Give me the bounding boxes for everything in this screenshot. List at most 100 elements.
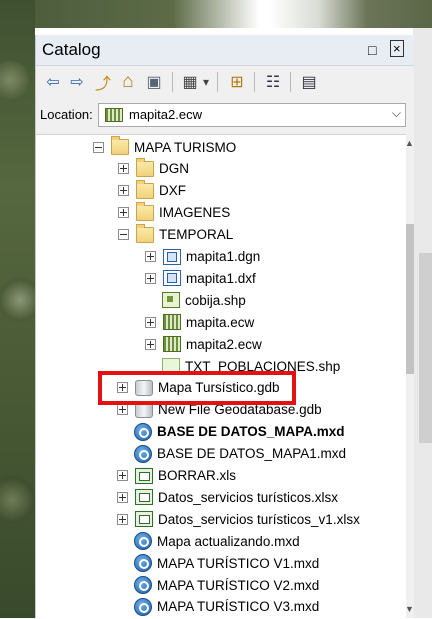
expand-icon[interactable]	[117, 491, 128, 503]
scroll-up-icon[interactable]: ▲	[405, 138, 414, 148]
scrollbar-thumb[interactable]	[406, 224, 414, 374]
catalog-titlebar[interactable]: Catalog □ ×	[36, 35, 414, 66]
map-document-icon	[134, 532, 152, 551]
raster-icon	[163, 336, 181, 353]
collapse-icon[interactable]	[118, 229, 129, 241]
folder-icon	[136, 179, 154, 199]
location-field[interactable]: mapita2.ecw ⌵	[98, 103, 406, 127]
tree-item[interactable]: mapita.ecw	[145, 312, 254, 332]
location-bar: Location: mapita2.ecw ⌵	[36, 101, 414, 129]
options-icon[interactable]: ▤	[298, 72, 320, 92]
toolbar-separator	[172, 72, 173, 92]
tree-item-label: mapita1.dgn	[186, 249, 261, 264]
collapse-icon[interactable]	[93, 141, 104, 153]
tree-item-label: cobija.shp	[185, 292, 246, 308]
expand-icon[interactable]	[145, 272, 156, 284]
window-title: Catalog	[42, 40, 101, 59]
close-icon[interactable]: ×	[390, 40, 404, 57]
toggle-contents-icon[interactable]: ☷	[262, 72, 284, 92]
background-imagery-top-right	[270, 0, 432, 28]
tree-item-label: Datos_servicios turísticos_v1.xlsx	[158, 511, 360, 527]
tree-item-label: mapita.ecw	[186, 314, 255, 330]
expand-icon[interactable]	[118, 185, 129, 197]
tree-item-label: Datos_servicios turísticos.xlsx	[158, 489, 339, 505]
table-icon	[135, 511, 153, 528]
catalog-window: Catalog □ × ⇦ ⇨ ⤴ ⌂ ▣ ▦ ▾ ⊞ ☷ ▤ Location…	[35, 35, 414, 619]
tree-item[interactable]: BORRAR.xls	[117, 466, 236, 486]
tree-item-label: Mapa actualizando.mxd	[157, 533, 300, 549]
tree-item-label: TEMPORAL	[159, 227, 234, 243]
tree-item[interactable]: BASE DE DATOS_MAPA1.mxd	[117, 444, 346, 464]
tree-item[interactable]: mapita1.dxf	[145, 268, 256, 288]
home-folder-icon[interactable]: ⌂	[117, 71, 139, 92]
tree-item[interactable]: IMAGENES	[118, 201, 231, 223]
folder-icon	[136, 223, 154, 243]
tree-item-label: mapita2.ecw	[186, 336, 262, 352]
tree-item-label: BASE DE DATOS_MAPA1.mxd	[157, 446, 347, 462]
table-icon	[135, 489, 153, 506]
folder-icon	[111, 136, 129, 155]
location-value: mapita2.ecw	[129, 107, 202, 122]
tree-item-label: mapita1.dxf	[186, 270, 256, 286]
catalog-tree[interactable]: MAPA TURISMO DGN DXF IMAGENES TEMPORAL mapita…	[36, 134, 406, 619]
tree-item[interactable]: TEMPORAL	[118, 223, 234, 245]
tree-item[interactable]: cobija.shp	[145, 290, 246, 310]
tree-item-label: MAPA TURÍSTICO V2.mxd	[157, 577, 320, 593]
tree-item[interactable]: mapita1.dgn	[145, 247, 260, 267]
chevron-down-icon[interactable]: ⌵	[392, 106, 401, 121]
toolbar-separator	[217, 72, 218, 92]
views-icon[interactable]: ▦	[180, 72, 200, 92]
forward-icon[interactable]: ⇨	[66, 72, 88, 92]
tree-item[interactable]: MAPA TURÍSTICO V1.mxd	[117, 553, 319, 573]
table-icon	[135, 467, 153, 484]
tree-item[interactable]: DXF	[118, 179, 186, 201]
location-label: Location:	[40, 107, 93, 122]
map-document-icon	[134, 422, 152, 441]
tree-item-label: MAPA TURÍSTICO V1.mxd	[157, 555, 320, 571]
shapefile-icon	[162, 292, 180, 309]
vertical-scrollbar[interactable]: ▲ ▼	[405, 134, 414, 618]
expand-icon[interactable]	[117, 513, 128, 525]
expand-icon[interactable]	[118, 207, 129, 219]
raster-icon	[105, 108, 123, 122]
views-dropdown-icon[interactable]: ▾	[200, 72, 212, 92]
expand-icon[interactable]	[145, 251, 156, 262]
expand-icon[interactable]	[145, 316, 156, 328]
map-document-icon	[134, 597, 152, 616]
toolbar-separator	[290, 72, 291, 92]
tree-item[interactable]: MAPA TURÍSTICO V2.mxd	[117, 575, 319, 595]
tree-item-label: MAPA TURISMO	[134, 139, 237, 155]
tree-item-label: MAPA TURÍSTICO V3.mxd	[157, 599, 320, 615]
tree-item-label: BORRAR.xls	[158, 468, 237, 483]
expand-icon[interactable]	[117, 404, 128, 416]
connect-database-icon[interactable]: ⊞	[226, 72, 248, 92]
tree-item[interactable]: Mapa actualizando.mxd	[117, 531, 300, 551]
background-divider	[419, 253, 432, 443]
up-one-level-icon[interactable]: ⤴	[92, 72, 114, 93]
tree-item[interactable]: MAPA TURISMO	[93, 136, 237, 157]
connect-folder-icon[interactable]: ▣	[143, 72, 165, 92]
scroll-down-icon[interactable]: ▼	[405, 604, 414, 614]
tree-item-label: BASE DE DATOS_MAPA.mxd	[157, 424, 345, 440]
tree-item[interactable]: Datos_servicios turísticos_v1.xlsx	[117, 509, 360, 529]
folder-icon	[136, 157, 154, 177]
folder-icon	[136, 201, 154, 221]
expand-icon[interactable]	[117, 470, 128, 481]
expand-icon[interactable]	[145, 338, 156, 350]
tree-item[interactable]: BASE DE DATOS_MAPA.mxd	[117, 422, 345, 442]
map-document-icon	[134, 576, 152, 594]
tree-item-label: IMAGENES	[159, 205, 231, 221]
cad-drawing-icon	[163, 270, 181, 287]
tree-item[interactable]: mapita2.ecw	[145, 334, 262, 354]
tree-item[interactable]: MAPA TURÍSTICO V3.mxd	[117, 597, 319, 617]
toolbar-separator	[254, 72, 255, 92]
cad-drawing-icon	[163, 248, 181, 265]
background-map-area	[413, 28, 432, 618]
map-document-icon	[134, 554, 152, 573]
tree-item[interactable]: DGN	[118, 157, 189, 179]
map-document-icon	[134, 444, 152, 463]
auto-hide-icon[interactable]: □	[368, 42, 376, 58]
tree-item[interactable]: Datos_servicios turísticos.xlsx	[117, 487, 338, 507]
back-icon[interactable]: ⇦	[42, 72, 64, 92]
expand-icon[interactable]	[118, 163, 129, 175]
